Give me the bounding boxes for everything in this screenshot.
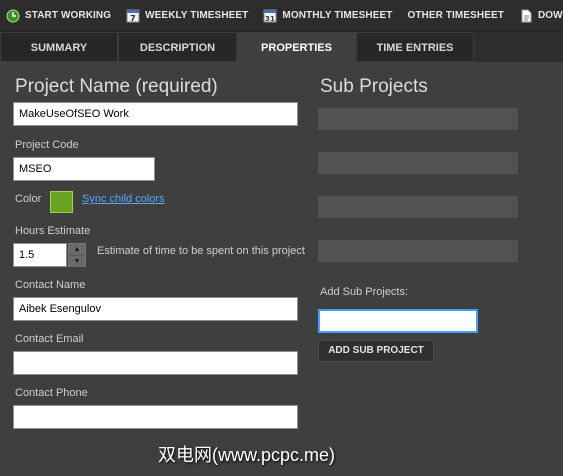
- project-code-input[interactable]: [13, 157, 155, 181]
- tab-bar: SUMMARY DESCRIPTION PROPERTIES TIME ENTR…: [0, 32, 563, 63]
- calendar-31-icon: 31: [263, 9, 277, 23]
- project-name-heading: Project Name (required): [15, 76, 218, 97]
- main-toolbar: START WORKING 7 WEEKLY TIMESHEET 31 MONT…: [0, 0, 563, 32]
- clock-icon: [6, 9, 20, 23]
- color-label: Color: [15, 193, 42, 205]
- properties-panel: Project Name (required) Project Code Col…: [0, 62, 563, 476]
- contact-phone-label: Contact Phone: [15, 387, 88, 399]
- contact-phone-input[interactable]: [13, 405, 298, 429]
- sub-projects-heading: Sub Projects: [320, 76, 428, 97]
- download-button[interactable]: DOWNLOAD: [519, 9, 563, 23]
- hours-estimate-label: Hours Estimate: [15, 225, 91, 237]
- weekly-timesheet-label: WEEKLY TIMESHEET: [145, 10, 249, 21]
- watermark: 双电网(www.pcpc.me): [158, 445, 336, 465]
- stepper-down-icon[interactable]: ▼: [69, 256, 85, 267]
- document-icon: [519, 9, 533, 23]
- add-sub-projects-label: Add Sub Projects:: [320, 286, 409, 298]
- download-label: DOWNLOAD: [537, 10, 563, 21]
- add-sub-project-button[interactable]: ADD SUB PROJECT: [318, 340, 434, 362]
- stepper-up-icon[interactable]: ▲: [69, 244, 85, 255]
- calendar-31-text: 31: [265, 15, 275, 23]
- list-item[interactable]: [318, 240, 518, 262]
- contact-name-input[interactable]: [13, 297, 298, 321]
- hours-estimate-input[interactable]: [13, 243, 67, 267]
- start-working-button[interactable]: START WORKING: [6, 9, 111, 23]
- list-item[interactable]: [318, 108, 518, 130]
- calendar-7-icon: 7: [126, 9, 140, 23]
- sync-child-colors-link[interactable]: Sync child colors: [82, 193, 165, 205]
- contact-email-input[interactable]: [13, 351, 298, 375]
- color-swatch[interactable]: [50, 191, 73, 213]
- monthly-timesheet-button[interactable]: 31 MONTHLY TIMESHEET: [263, 9, 392, 23]
- tab-time-entries[interactable]: TIME ENTRIES: [356, 32, 474, 62]
- hours-stepper: ▲ ▼: [68, 243, 86, 267]
- calendar-7-text: 7: [130, 14, 136, 23]
- project-name-input[interactable]: [13, 102, 298, 126]
- contact-email-label: Contact Email: [15, 333, 84, 345]
- list-item[interactable]: [318, 152, 518, 174]
- monthly-timesheet-label: MONTHLY TIMESHEET: [282, 10, 393, 21]
- other-timesheet-label: OTHER TIMESHEET: [407, 10, 504, 21]
- project-code-label: Project Code: [15, 139, 79, 151]
- tab-properties[interactable]: PROPERTIES: [237, 32, 356, 63]
- add-sub-project-input[interactable]: [318, 309, 478, 333]
- other-timesheet-button[interactable]: OTHER TIMESHEET: [407, 10, 504, 21]
- hours-estimate-hint: Estimate of time to be spent on this pro…: [97, 245, 305, 257]
- list-item[interactable]: [318, 196, 518, 218]
- start-working-label: START WORKING: [25, 10, 112, 21]
- weekly-timesheet-button[interactable]: 7 WEEKLY TIMESHEET: [126, 9, 248, 23]
- tab-summary[interactable]: SUMMARY: [0, 32, 118, 62]
- tab-description[interactable]: DESCRIPTION: [118, 32, 237, 62]
- contact-name-label: Contact Name: [15, 279, 86, 291]
